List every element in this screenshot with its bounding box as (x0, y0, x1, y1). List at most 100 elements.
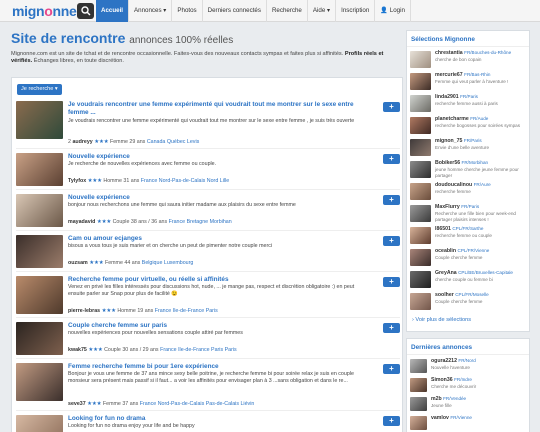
location-link[interactable]: Canada (147, 139, 166, 145)
location-link[interactable]: Paris (225, 347, 237, 353)
latest-ad-item[interactable]: m2b FR/Vendée Jeune fille (410, 395, 528, 413)
avatar[interactable] (410, 416, 427, 430)
latest-ad-item[interactable]: ogura2212 FR/Nord Nouvelle l'aventure (410, 357, 528, 375)
location-link[interactable]: Nord (207, 178, 218, 184)
add-button[interactable]: + (383, 277, 400, 287)
listing-photo[interactable] (16, 101, 63, 139)
latest-ad-item[interactable]: vamlov FR/Vienne (410, 414, 528, 432)
location-link[interactable]: Paris (206, 308, 218, 314)
add-button[interactable]: + (383, 323, 400, 333)
location-link[interactable]: Ile-de-France (178, 347, 210, 353)
nav-annonces[interactable]: Annonces ▾ (129, 0, 173, 22)
listing-title[interactable]: Couple cherche femme sur paris (68, 322, 368, 330)
listing-photo[interactable] (16, 194, 63, 227)
avatar[interactable] (410, 183, 431, 200)
logo[interactable]: mignonne (12, 3, 77, 19)
location-link[interactable]: Luxembourg (164, 260, 193, 266)
nav-inscription[interactable]: Inscription (336, 0, 376, 22)
sidebar-profile[interactable]: GreyAna CPL/BE/Bruxelles-Capitale cherch… (410, 269, 528, 291)
main-content: Site de rencontre annonces 100% réelles … (11, 30, 403, 432)
location-link[interactable]: Nord-Pas-de-Calais (158, 401, 205, 407)
search-button[interactable] (77, 3, 94, 19)
avatar[interactable] (410, 205, 431, 222)
listing-user[interactable]: mayadavid (68, 219, 95, 225)
location-link[interactable]: Québec (167, 139, 186, 145)
sidebar-profile[interactable]: MaxFlurry FR/Paris Recherche une fille b… (410, 203, 528, 225)
nav-recherche[interactable]: Recherche (267, 0, 308, 22)
location-link[interactable]: Bretagne (187, 219, 209, 225)
add-button[interactable]: + (383, 364, 400, 374)
sidebar-profile[interactable]: mignon_75 FR/Paris Envie d'une belle ave… (410, 137, 528, 159)
add-button[interactable]: + (383, 195, 400, 205)
listing-title[interactable]: Recherche femme pour virtuelle, ou réell… (68, 276, 368, 284)
listing-user[interactable]: Tylyfox (68, 178, 86, 184)
sidebar-profile[interactable]: soolher CPL/FR/Moselle Couple cherche fe… (410, 291, 528, 313)
avatar[interactable] (410, 95, 431, 112)
avatar[interactable] (410, 139, 431, 156)
nav-derniers-connectes[interactable]: Derniers connectés (203, 0, 267, 22)
latest-ad-item[interactable]: Simon36 FR/Indre Cherche me découvrir (410, 376, 528, 394)
listing-photo[interactable] (16, 276, 63, 314)
avatar[interactable] (410, 378, 427, 392)
location-link[interactable]: France (169, 219, 186, 225)
sidebar-profile[interactable]: mercurie67 FR/Bas-Rhin Femme qui veut pa… (410, 71, 528, 93)
location-link[interactable]: France (140, 401, 157, 407)
avatar[interactable] (410, 293, 431, 310)
location-link[interactable]: Belgique (142, 260, 163, 266)
listing-user[interactable]: kwak75 (68, 347, 87, 353)
nav-accueil[interactable]: Accueil (96, 0, 130, 22)
listing-photo[interactable] (16, 153, 63, 186)
sidebar-profile[interactable]: linda2901 FR/Paris recherche femme aussi… (410, 93, 528, 115)
nav-login[interactable]: 👤 Login (375, 0, 411, 22)
sidebar-profile[interactable]: doudoucalinou FR/Aure recherche femme (410, 181, 528, 203)
add-button[interactable]: + (383, 102, 400, 112)
sidebar-profile[interactable]: Bobiker56 FR/Morbihan jeune homme cherch… (410, 159, 528, 181)
sidebar-profile[interactable]: l86501 CPL/FR/Sarthe recherche femme ou … (410, 225, 528, 247)
avatar[interactable] (410, 73, 431, 90)
add-button[interactable]: + (383, 154, 400, 164)
avatar[interactable] (410, 359, 427, 373)
listing-user[interactable]: ouzsam (68, 260, 88, 266)
location-link[interactable]: Morbihan (210, 219, 232, 225)
sidebar-profile[interactable]: chrestantia FR/Bouches-du-Rhône cherche … (410, 49, 528, 71)
listing-photo[interactable] (16, 415, 63, 432)
sidebar-profile[interactable]: planetcharme FR/Aude recherche bogosses … (410, 115, 528, 137)
listing-title[interactable]: Looking for fun no drama (68, 415, 368, 423)
location-link[interactable]: France (160, 347, 177, 353)
avatar[interactable] (410, 271, 431, 288)
location-link[interactable]: Paris (211, 347, 223, 353)
listing-user[interactable]: audreyy (72, 139, 92, 145)
location-link[interactable]: Nord-Pas-de-Calais (159, 178, 206, 184)
listing-title[interactable]: Nouvelle expérience (68, 194, 368, 202)
location-link[interactable]: Pas-de-Calais (206, 401, 239, 407)
location-link[interactable]: Lille (220, 178, 229, 184)
listing-user[interactable]: pierre-lebras (68, 308, 100, 314)
listing-title[interactable]: Je voudrais rencontrer une femme expérim… (68, 101, 368, 116)
location-link[interactable]: Ile-de-France (173, 308, 205, 314)
search-filter-select[interactable]: Je recherche ▾ (17, 84, 62, 95)
avatar[interactable] (410, 161, 431, 178)
sidebar-profile[interactable]: oceablin CPL/FR/Vienne Couple cherche fe… (410, 247, 528, 269)
location-link[interactable]: France (141, 178, 158, 184)
see-more-link[interactable]: › Voir plus de sélections (412, 317, 471, 323)
profile-name: ogura2212 FR/Nord (431, 358, 476, 364)
listing-photo[interactable] (16, 322, 63, 355)
listing-photo[interactable] (16, 235, 63, 268)
avatar[interactable] (410, 51, 431, 68)
listing-title[interactable]: Femme recherche femme bi pour 1ere expér… (68, 363, 368, 371)
location-link[interactable]: Liévin (240, 401, 254, 407)
listing-photo[interactable] (16, 363, 63, 401)
listing-user[interactable]: seve37 (68, 401, 86, 407)
listing-title[interactable]: Nouvelle expérience (68, 153, 368, 161)
avatar[interactable] (410, 397, 427, 411)
location-link[interactable]: France (155, 308, 172, 314)
avatar[interactable] (410, 117, 431, 134)
add-button[interactable]: + (383, 416, 400, 426)
avatar[interactable] (410, 227, 431, 244)
add-button[interactable]: + (383, 236, 400, 246)
nav-aide[interactable]: Aide ▾ (308, 0, 337, 22)
avatar[interactable] (410, 249, 431, 266)
listing-title[interactable]: Cam ou amour ecjanges (68, 235, 368, 243)
location-link[interactable]: Levis (187, 139, 199, 145)
nav-photos[interactable]: Photos (172, 0, 203, 22)
